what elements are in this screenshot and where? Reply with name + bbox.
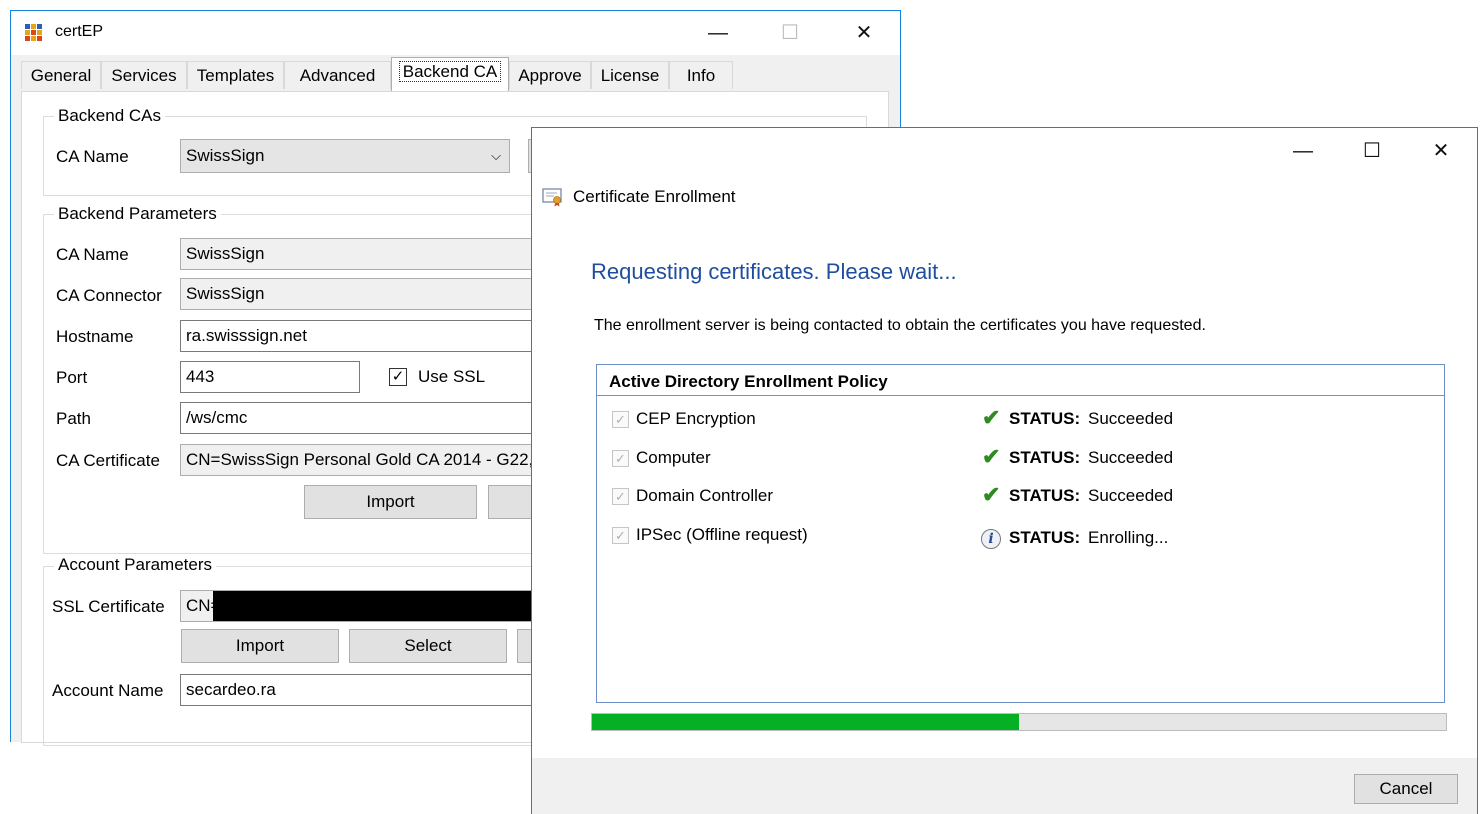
close-button[interactable]: ✕ [841,18,887,48]
progress-heading: Requesting certificates. Please wait... [591,259,957,284]
hostname-field[interactable]: ra.swisssign.net [180,320,560,352]
status-label: STATUS: [1009,486,1081,505]
cep-encryption-checkbox[interactable]: ✓ [612,411,629,428]
use-ssl-checkbox[interactable]: ✓ [389,368,407,386]
certificate-icon [542,187,564,207]
domain-controller-checkbox[interactable]: ✓ [612,488,629,505]
redaction-bar [213,591,559,621]
tab-general[interactable]: General [21,61,101,89]
enrollment-policy-box: Active Directory Enrollment Policy ✓ CEP… [596,364,1445,703]
param-ca-name-label: CA Name [56,245,129,264]
ssl-certificate-label: SSL Certificate [52,597,165,616]
ssl-import-button[interactable]: Import [181,629,339,663]
tab-label: License [600,66,660,85]
computer-checkbox[interactable]: ✓ [612,450,629,467]
account-name-field[interactable]: secardeo.ra [180,674,560,706]
tab-label: Info [686,66,716,85]
port-field[interactable]: 443 [180,361,360,393]
check-icon: ✔ [982,444,1001,469]
computer-status: Succeeded [1088,448,1174,467]
minimize-button[interactable]: — [1280,136,1326,166]
check-icon: ✔ [982,405,1001,430]
certificate-enrollment-window: — ☐ ✕ Certificate Enrollment Requesting … [531,127,1478,814]
ca-name-label: CA Name [56,147,129,166]
dialog-footer: Cancel [532,758,1477,814]
ca-connector-label: CA Connector [56,286,162,305]
ssl-select-button[interactable]: Select [349,629,507,663]
certep-app-icon [24,23,44,43]
domain-controller-name: Domain Controller [636,486,773,505]
ca-connector-field[interactable]: SwissSign [180,278,560,310]
tab-label: Approve [518,66,582,85]
tab-label: Backend CA [398,61,502,82]
cancel-button[interactable]: Cancel [1354,774,1458,804]
cep-encryption-status: Succeeded [1088,409,1174,428]
maximize-button[interactable]: ☐ [767,18,813,48]
backend-cas-title: Backend CAs [54,106,165,126]
status-label: STATUS: [1009,528,1081,547]
tab-label: Advanced [299,66,376,85]
ipsec-status: Enrolling... [1088,528,1169,547]
ca-certificate-field[interactable]: CN=SwissSign Personal Gold CA 2014 - G22… [180,444,560,476]
domain-controller-status: Succeeded [1088,486,1174,505]
maximize-button[interactable]: ☐ [1349,136,1395,166]
ipsec-checkbox[interactable]: ✓ [612,527,629,544]
chevron-down-icon: ⌵ [491,148,501,163]
tab-license[interactable]: License [591,61,669,89]
path-label: Path [56,409,91,428]
ca-certificate-label: CA Certificate [56,451,160,470]
cep-encryption-name: CEP Encryption [636,409,756,428]
tab-backend-ca[interactable]: Backend CA [391,57,509,91]
ca-name-dropdown-value: SwissSign [186,146,265,165]
dialog-title: Certificate Enrollment [573,187,736,206]
ca-cert-import-button[interactable]: Import [304,485,477,519]
tab-approve[interactable]: Approve [509,61,591,89]
progress-description: The enrollment server is being contacted… [594,317,1206,334]
account-name-label: Account Name [52,681,164,700]
status-label: STATUS: [1009,448,1081,467]
check-icon: ✔ [982,482,1001,507]
ca-name-dropdown[interactable]: SwissSign ⌵ [180,139,510,173]
policy-title: Active Directory Enrollment Policy [609,372,888,391]
tab-label: Templates [196,66,275,85]
hostname-label: Hostname [56,327,134,346]
policy-divider [597,395,1444,396]
computer-name: Computer [636,448,711,467]
close-button[interactable]: ✕ [1418,136,1464,166]
path-field[interactable]: /ws/cmc [180,402,560,434]
tab-label: Services [111,66,177,85]
port-label: Port [56,368,88,387]
info-icon: i [981,529,1001,549]
tab-advanced[interactable]: Advanced [284,61,391,89]
account-parameters-title: Account Parameters [54,555,217,575]
backend-parameters-title: Backend Parameters [54,204,221,224]
use-ssl-label: Use SSL [418,367,486,386]
certep-title: certEP [55,23,104,40]
param-ca-name-field[interactable]: SwissSign [180,238,560,270]
tab-services[interactable]: Services [101,61,187,89]
tab-info[interactable]: Info [669,61,733,89]
tab-label: General [30,66,92,85]
status-label: STATUS: [1009,409,1081,428]
certep-titlebar: certEP — ☐ ✕ [11,11,900,55]
tab-templates[interactable]: Templates [187,61,284,89]
enrollment-progress-bar [591,713,1447,731]
ipsec-name: IPSec (Offline request) [636,525,808,544]
progress-fill [592,714,1019,730]
minimize-button[interactable]: — [695,18,741,48]
ssl-certificate-field[interactable]: CN= [180,590,560,622]
